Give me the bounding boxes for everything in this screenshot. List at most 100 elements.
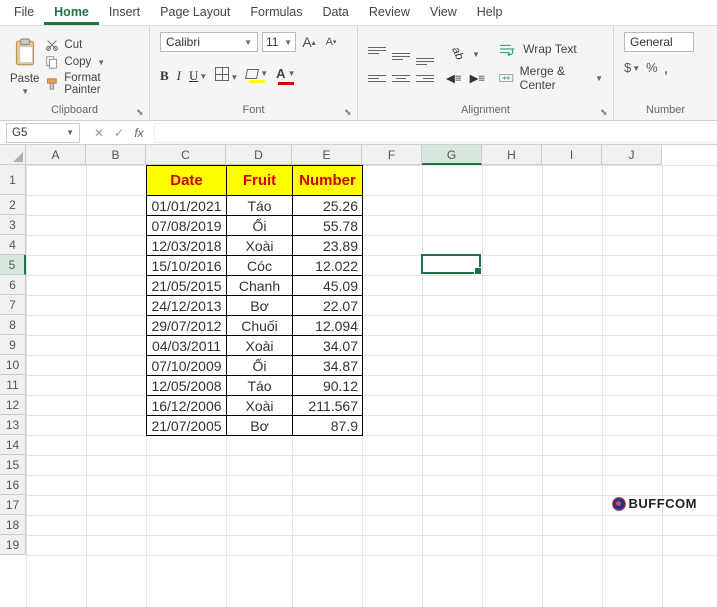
menu-review[interactable]: Review [359, 1, 420, 25]
percent-button[interactable]: % [646, 60, 658, 78]
table-row[interactable]: 21/07/2005Bơ87.9 [147, 416, 363, 436]
menu-home[interactable]: Home [44, 1, 99, 25]
row-header[interactable]: 6 [0, 275, 26, 295]
column-header[interactable]: G [422, 145, 482, 165]
decrease-font-icon[interactable]: A▾ [322, 32, 340, 52]
column-header[interactable]: E [292, 145, 362, 165]
dialog-launcher-icon[interactable]: ⬊ [344, 107, 354, 117]
comma-button[interactable]: , [664, 60, 668, 78]
bold-button[interactable]: B [160, 68, 169, 84]
enter-icon[interactable]: ✓ [110, 126, 128, 140]
column-header[interactable]: I [542, 145, 602, 165]
merge-icon [499, 71, 514, 85]
cut-button[interactable]: Cut [45, 38, 139, 52]
table-header[interactable]: Fruit [227, 166, 293, 196]
menu-view[interactable]: View [420, 1, 467, 25]
border-button[interactable]: ▼ [215, 67, 238, 84]
paste-label: Paste [10, 73, 39, 85]
dialog-launcher-icon[interactable]: ⬊ [136, 107, 146, 117]
row-header[interactable]: 9 [0, 335, 26, 355]
row-header[interactable]: 17 [0, 495, 26, 515]
orientation-button[interactable]: ab▼ [446, 49, 485, 61]
row-header[interactable]: 3 [0, 215, 26, 235]
row-header[interactable]: 14 [0, 435, 26, 455]
row-header[interactable]: 18 [0, 515, 26, 535]
worksheet[interactable]: 12345678910111213141516171819 ABCDEFGHIJ… [0, 145, 717, 607]
currency-button[interactable]: $▼ [624, 60, 640, 78]
table-row[interactable]: 16/12/2006Xoài211.567 [147, 396, 363, 416]
number-format-select[interactable]: General [624, 32, 694, 52]
row-header[interactable]: 7 [0, 295, 26, 315]
brush-icon [45, 77, 59, 91]
fx-icon[interactable]: fx [130, 126, 148, 140]
column-header[interactable]: J [602, 145, 662, 165]
increase-font-icon[interactable]: A▴ [300, 32, 318, 52]
paste-button[interactable]: Paste ▼ [10, 38, 39, 96]
row-header[interactable]: 13 [0, 415, 26, 435]
decrease-indent-button[interactable]: ◀≡ [446, 71, 462, 85]
name-box[interactable]: G5▼ [6, 123, 80, 143]
menu-formulas[interactable]: Formulas [240, 1, 312, 25]
format-painter-button[interactable]: Format Painter [45, 72, 139, 96]
align-left-button[interactable] [368, 69, 386, 87]
select-all-corner[interactable] [0, 145, 26, 165]
formula-bar: G5▼ ✕ ✓ fx [0, 121, 717, 145]
font-name-select[interactable]: Calibri▼ [160, 32, 258, 52]
column-header[interactable]: B [86, 145, 146, 165]
table-row[interactable]: 01/01/2021Táo25.26 [147, 196, 363, 216]
align-right-button[interactable] [416, 69, 434, 87]
data-table: DateFruitNumber01/01/2021Táo25.2607/08/2… [146, 165, 363, 436]
table-header[interactable]: Date [147, 166, 227, 196]
row-header[interactable]: 5 [0, 255, 26, 275]
ribbon-label-font: Font [160, 102, 347, 118]
table-row[interactable]: 24/12/2013Bơ22.07 [147, 296, 363, 316]
menu-data[interactable]: Data [312, 1, 358, 25]
align-center-button[interactable] [392, 69, 410, 87]
column-header[interactable]: C [146, 145, 226, 165]
column-header[interactable]: F [362, 145, 422, 165]
italic-button[interactable]: I [177, 68, 181, 84]
font-color-button[interactable]: A▼ [276, 66, 295, 85]
row-header[interactable]: 8 [0, 315, 26, 335]
menu-insert[interactable]: Insert [99, 1, 150, 25]
menu-file[interactable]: File [4, 1, 44, 25]
column-header[interactable]: D [226, 145, 292, 165]
column-header[interactable]: H [482, 145, 542, 165]
merge-center-button[interactable]: Merge & Center▼ [499, 64, 603, 92]
row-header[interactable]: 12 [0, 395, 26, 415]
clipboard-icon [12, 38, 38, 71]
row-header[interactable]: 1 [0, 165, 26, 195]
ribbon: Paste ▼ Cut Copy▼ Format Painter Clipboa… [0, 26, 717, 121]
column-header[interactable]: A [26, 145, 86, 165]
table-row[interactable]: 04/03/2011Xoài34.07 [147, 336, 363, 356]
underline-button[interactable]: U▼ [189, 68, 207, 84]
align-middle-button[interactable] [392, 47, 410, 65]
row-header[interactable]: 19 [0, 535, 26, 555]
increase-indent-button[interactable]: ▶≡ [470, 71, 486, 85]
wrap-text-button[interactable]: Wrap Text [499, 42, 603, 56]
menu-help[interactable]: Help [467, 1, 513, 25]
table-header[interactable]: Number [293, 166, 363, 196]
table-row[interactable]: 12/03/2018Xoài23.89 [147, 236, 363, 256]
row-header[interactable]: 16 [0, 475, 26, 495]
align-top-button[interactable] [368, 47, 386, 65]
formula-input[interactable] [154, 123, 717, 143]
row-header[interactable]: 15 [0, 455, 26, 475]
row-header[interactable]: 10 [0, 355, 26, 375]
row-header[interactable]: 4 [0, 235, 26, 255]
table-row[interactable]: 21/05/2015Chanh45.09 [147, 276, 363, 296]
align-bottom-button[interactable] [416, 47, 434, 65]
table-row[interactable]: 07/08/2019Ổi55.78 [147, 216, 363, 236]
copy-button[interactable]: Copy▼ [45, 55, 139, 69]
table-row[interactable]: 29/07/2012Chuối12.094 [147, 316, 363, 336]
table-row[interactable]: 15/10/2016Cóc12.022 [147, 256, 363, 276]
dialog-launcher-icon[interactable]: ⬊ [600, 107, 610, 117]
cancel-icon[interactable]: ✕ [90, 126, 108, 140]
table-row[interactable]: 12/05/2008Táo90.12 [147, 376, 363, 396]
fill-color-button[interactable]: ▼ [246, 69, 268, 83]
row-header[interactable]: 2 [0, 195, 26, 215]
menu-page-layout[interactable]: Page Layout [150, 1, 240, 25]
font-size-select[interactable]: 11▼ [262, 32, 296, 52]
table-row[interactable]: 07/10/2009Ổi34.87 [147, 356, 363, 376]
row-header[interactable]: 11 [0, 375, 26, 395]
